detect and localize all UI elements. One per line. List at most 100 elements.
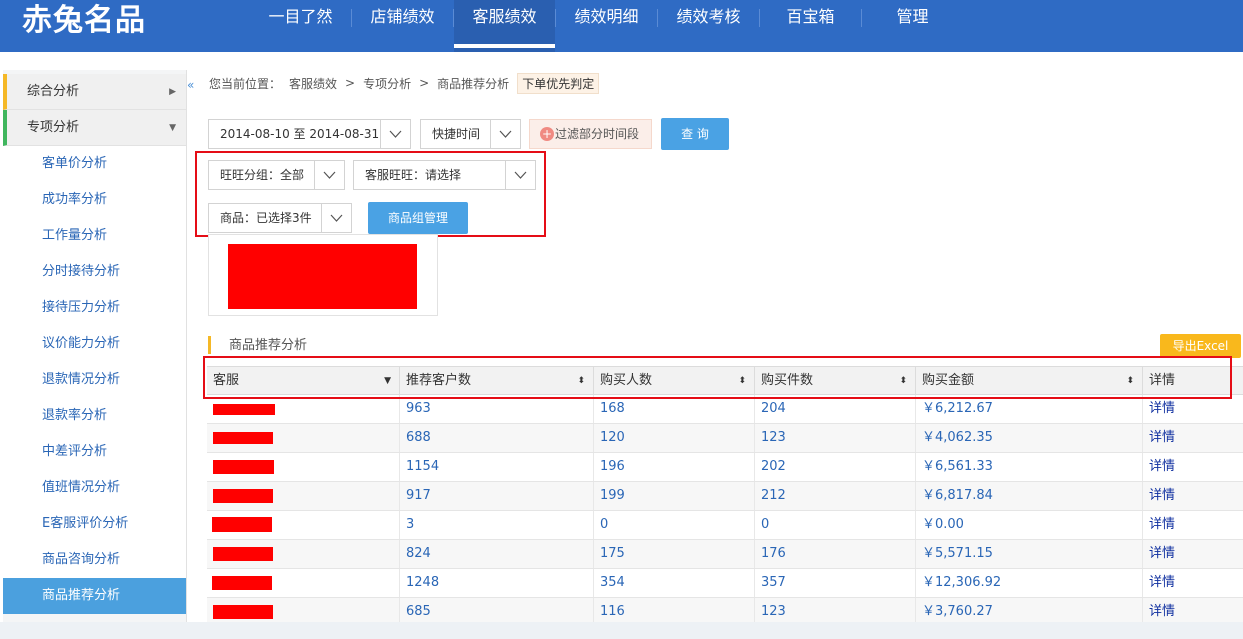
order-priority-tag[interactable]: 下单优先判定 bbox=[517, 72, 600, 94]
breadcrumb-current: 商品推荐分析 bbox=[437, 76, 510, 91]
buyers-cell: 199 bbox=[594, 482, 755, 510]
sidebar-item-bargaining[interactable]: 议价能力分析 bbox=[3, 326, 186, 362]
recommended-cell: 1154 bbox=[400, 453, 594, 481]
amount-cell: ￥0.00 bbox=[916, 511, 1143, 539]
table-row: 1248 354 357 ￥12,306.92 详情 bbox=[207, 569, 1243, 598]
sidebar: 综合分析 ▶ 专项分析 ▼ 客单价分析 成功率分析 工作量分析 分时接待分析 接… bbox=[3, 70, 187, 639]
sidebar-item-hourly-reception[interactable]: 分时接待分析 bbox=[3, 254, 186, 290]
buyers-cell: 0 bbox=[594, 511, 755, 539]
nav-item-performance-detail[interactable]: 绩效明细 bbox=[556, 0, 657, 52]
sidebar-item-workload[interactable]: 工作量分析 bbox=[3, 218, 186, 254]
sidebar-group-comprehensive[interactable]: 综合分析 ▶ bbox=[3, 74, 186, 110]
app-logo[interactable]: 赤兔名品 bbox=[22, 4, 146, 38]
breadcrumb-prefix: 您当前位置： bbox=[209, 76, 282, 91]
items-cell: 357 bbox=[755, 569, 916, 597]
collapse-sidebar-icon[interactable]: « bbox=[187, 78, 197, 92]
sidebar-item-ecs-rating[interactable]: E客服评价分析 bbox=[3, 506, 186, 542]
breadcrumb-link[interactable]: 客服绩效 bbox=[289, 75, 337, 92]
detail-link[interactable]: 详情 bbox=[1143, 540, 1243, 568]
detail-link[interactable]: 详情 bbox=[1143, 424, 1243, 452]
chevron-down-icon bbox=[490, 120, 520, 148]
redacted-image bbox=[228, 244, 417, 309]
filter-time-label: 过滤部分时间段 bbox=[555, 127, 640, 141]
nav-item-store-performance[interactable]: 店铺绩效 bbox=[352, 0, 453, 52]
detail-link[interactable]: 详情 bbox=[1143, 395, 1243, 423]
recommendation-table: 客服 ▼ 推荐客户数 ⬍ 购买人数 ⬍ 购买件数 ⬍ 购买金额 ⬍ 详情 963 168 … bbox=[207, 366, 1243, 627]
cs-name-cell bbox=[207, 395, 400, 423]
sidebar-item-negative-review[interactable]: 中差评分析 bbox=[3, 434, 186, 470]
sidebar-group-label: 专项分析 bbox=[27, 120, 80, 135]
sidebar-item-success-rate[interactable]: 成功率分析 bbox=[3, 182, 186, 218]
redacted-name bbox=[212, 517, 272, 532]
items-cell: 202 bbox=[755, 453, 916, 481]
redacted-name bbox=[213, 432, 273, 444]
amount-cell: ￥6,561.33 bbox=[916, 453, 1143, 481]
filter-time-button[interactable]: + 过滤部分时间段 bbox=[529, 119, 652, 149]
nav-item-cs-performance[interactable]: 客服绩效 bbox=[454, 0, 555, 52]
detail-link[interactable]: 详情 bbox=[1143, 569, 1243, 597]
sidebar-item-product-inquiry[interactable]: 商品咨询分析 bbox=[3, 542, 186, 578]
breadcrumb-separator: > bbox=[345, 76, 356, 90]
query-button[interactable]: 查 询 bbox=[661, 118, 729, 150]
recommended-cell: 963 bbox=[400, 395, 594, 423]
detail-link[interactable]: 详情 bbox=[1143, 453, 1243, 481]
amount-cell: ￥6,212.67 bbox=[916, 395, 1143, 423]
sidebar-item-reception-pressure[interactable]: 接待压力分析 bbox=[3, 290, 186, 326]
detail-link[interactable]: 详情 bbox=[1143, 511, 1243, 539]
date-range-picker[interactable]: 2014-08-10 至 2014-08-31 bbox=[208, 119, 411, 149]
top-nav-bar: 赤兔名品 一目了然 店铺绩效 客服绩效 绩效明细 绩效考核 百宝箱 管理 bbox=[0, 0, 1243, 52]
recommended-cell: 1248 bbox=[400, 569, 594, 597]
table-body: 963 168 204 ￥6,212.67 详情 688 120 123 ￥4,… bbox=[207, 395, 1243, 627]
breadcrumb-link[interactable]: 专项分析 bbox=[363, 75, 411, 92]
quick-time-value: 快捷时间 bbox=[432, 127, 481, 141]
amount-cell: ￥6,817.84 bbox=[916, 482, 1143, 510]
cs-name-cell bbox=[207, 569, 400, 597]
chevron-down-icon: ▼ bbox=[169, 123, 176, 133]
nav-item-performance-review[interactable]: 绩效考核 bbox=[658, 0, 759, 52]
redacted-name bbox=[213, 605, 273, 619]
section-title: 商品推荐分析 bbox=[208, 336, 307, 354]
amount-cell: ￥5,571.15 bbox=[916, 540, 1143, 568]
sidebar-item-product-recommendation[interactable]: 商品推荐分析 bbox=[3, 578, 186, 614]
recommended-cell: 917 bbox=[400, 482, 594, 510]
buyers-cell: 354 bbox=[594, 569, 755, 597]
nav-item-overview[interactable]: 一目了然 bbox=[250, 0, 351, 52]
sidebar-list: 客单价分析 成功率分析 工作量分析 分时接待分析 接待压力分析 议价能力分析 退… bbox=[3, 146, 186, 614]
cs-name-cell bbox=[207, 424, 400, 452]
plus-icon: + bbox=[540, 127, 554, 141]
nav-item-manage[interactable]: 管理 bbox=[862, 0, 963, 52]
items-cell: 176 bbox=[755, 540, 916, 568]
buyers-cell: 196 bbox=[594, 453, 755, 481]
table-row: 963 168 204 ￥6,212.67 详情 bbox=[207, 395, 1243, 424]
chevron-right-icon: ▶ bbox=[169, 87, 176, 97]
recommended-cell: 688 bbox=[400, 424, 594, 452]
breadcrumb: 您当前位置： 客服绩效 > 专项分析 > 商品推荐分析 下单优先判定 bbox=[209, 72, 607, 94]
sidebar-item-duty[interactable]: 值班情况分析 bbox=[3, 470, 186, 506]
items-cell: 0 bbox=[755, 511, 916, 539]
product-image-panel bbox=[208, 234, 438, 316]
table-row: 1154 196 202 ￥6,561.33 详情 bbox=[207, 453, 1243, 482]
cs-name-cell bbox=[207, 511, 400, 539]
highlight-box-table-header bbox=[203, 356, 1232, 399]
redacted-name bbox=[213, 460, 274, 474]
sidebar-item-refund-status[interactable]: 退款情况分析 bbox=[3, 362, 186, 398]
cs-name-cell bbox=[207, 482, 400, 510]
sidebar-item-unit-price[interactable]: 客单价分析 bbox=[3, 146, 186, 182]
main-nav: 一目了然 店铺绩效 客服绩效 绩效明细 绩效考核 百宝箱 管理 bbox=[250, 0, 963, 52]
date-range-value: 2014-08-10 至 2014-08-31 bbox=[220, 127, 380, 141]
nav-item-toolbox[interactable]: 百宝箱 bbox=[760, 0, 861, 52]
amount-cell: ￥12,306.92 bbox=[916, 569, 1143, 597]
recommended-cell: 3 bbox=[400, 511, 594, 539]
highlight-box-filters bbox=[195, 151, 546, 237]
sidebar-item-refund-rate[interactable]: 退款率分析 bbox=[3, 398, 186, 434]
recommended-cell: 824 bbox=[400, 540, 594, 568]
buyers-cell: 168 bbox=[594, 395, 755, 423]
items-cell: 212 bbox=[755, 482, 916, 510]
sidebar-group-special[interactable]: 专项分析 ▼ bbox=[3, 110, 186, 146]
detail-link[interactable]: 详情 bbox=[1143, 482, 1243, 510]
chevron-down-icon bbox=[380, 120, 410, 148]
items-cell: 123 bbox=[755, 424, 916, 452]
quick-time-select[interactable]: 快捷时间 bbox=[420, 119, 521, 149]
export-excel-button[interactable]: 导出Excel bbox=[1160, 334, 1241, 358]
redacted-name bbox=[213, 547, 273, 561]
